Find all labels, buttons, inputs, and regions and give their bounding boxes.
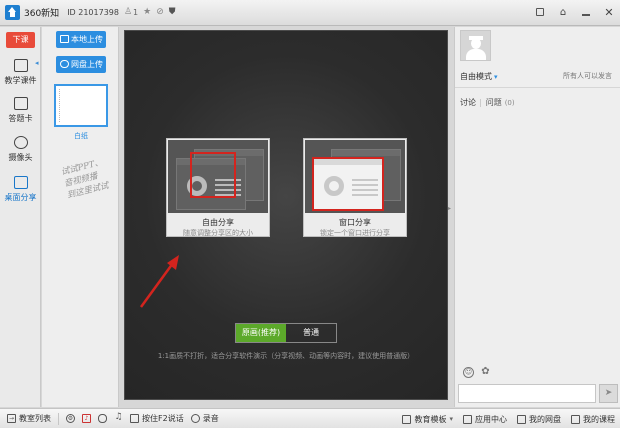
mic-button[interactable] xyxy=(98,414,107,423)
cloud-icon xyxy=(60,60,69,68)
chat-input[interactable] xyxy=(458,384,596,403)
window-share-subtitle: 锁定一个窗口进行分享 xyxy=(320,229,390,237)
handwritten-hint: 试试PPT、 音视频播 到这里试试 xyxy=(60,151,133,202)
music-icon: ♫ xyxy=(114,412,123,422)
speak-permission-note: 所有人可以发言 xyxy=(563,72,612,80)
tab-questions[interactable]: 问题 xyxy=(486,98,502,107)
user-count: 1 xyxy=(133,8,139,17)
material-panel: 本地上传 网盘上传 白纸 试试PPT、 音视频播 到这里试试 xyxy=(42,27,119,407)
emoji-icon[interactable]: ☺ xyxy=(463,367,474,378)
microphone-icon xyxy=(98,414,107,423)
local-upload-label: 本地上传 xyxy=(71,35,103,44)
nav-answer-card-label: 答题卡 xyxy=(8,114,33,123)
whiteboard-label: 白纸 xyxy=(74,132,88,140)
my-courses-button[interactable]: 我的课程 xyxy=(571,414,615,425)
nav-answer-card[interactable]: 答题卡 xyxy=(0,97,41,124)
local-upload-button[interactable]: 本地上传 xyxy=(56,31,106,48)
app-center-label: 应用中心 xyxy=(475,414,507,424)
quality-normal-option[interactable]: 普通 xyxy=(286,324,336,342)
free-share-subtitle: 随意调整分享区的大小 xyxy=(183,229,253,237)
skin-icon[interactable]: ⌂ xyxy=(556,4,570,20)
window-share-card[interactable]: 窗口分享 锁定一个窗口进行分享 xyxy=(303,138,407,237)
right-panel: 自由模式 ▾ 所有人可以发言 讨论 | 问题 (0) ☺ ✿ ➤ xyxy=(454,27,620,407)
desktop-share-icon xyxy=(13,176,28,189)
whiteboard-thumbnail[interactable] xyxy=(54,84,108,127)
mode-selector[interactable]: 自由模式 ▾ xyxy=(460,71,498,82)
left-nav: 下课 ◂ 教学课件 答题卡 摄像头 桌面分享 xyxy=(0,27,41,407)
gear-icon: ⚙ xyxy=(66,414,75,423)
chevron-down-icon: ▾ xyxy=(494,73,498,81)
close-icon[interactable]: ✕ xyxy=(602,4,616,20)
shield-icon[interactable]: ⛊ xyxy=(169,8,176,17)
nav-desktop-share-label: 桌面分享 xyxy=(4,193,37,202)
classroom-list-button[interactable]: → 教室列表 xyxy=(7,413,51,424)
nav-camera-label: 摄像头 xyxy=(8,153,33,162)
user-icon: ♙ xyxy=(123,7,133,17)
divider xyxy=(455,87,620,88)
quality-toggle[interactable]: 原画(推荐) 普通 xyxy=(235,323,337,343)
status-bar: → 教室列表 ⚙ ♪ ♫ 按住F2说话 录音 教育模板 ▾ 应用中心 我的网盘 … xyxy=(0,408,620,428)
template-icon xyxy=(402,414,412,424)
answer-card-icon xyxy=(13,97,28,110)
free-share-title: 自由分享 xyxy=(202,218,234,227)
chevron-down-icon: ▾ xyxy=(449,415,453,423)
quality-original-option[interactable]: 原画(推荐) xyxy=(236,324,286,342)
f2-talk-label: 按住F2说话 xyxy=(142,414,184,423)
flower-icon[interactable]: ✿ xyxy=(480,367,491,378)
room-id: ID 21017398 xyxy=(67,8,119,17)
nav-courseware-label: 教学课件 xyxy=(4,76,37,85)
restore-icon[interactable] xyxy=(533,4,547,20)
nav-courseware[interactable]: 教学课件 xyxy=(0,59,41,86)
avatar xyxy=(460,30,491,61)
tab-discussion[interactable]: 讨论 xyxy=(460,98,476,107)
app-name: 360新知 xyxy=(24,9,60,19)
exit-icon: → xyxy=(7,414,16,423)
music-button[interactable]: ♫ xyxy=(114,412,123,423)
chat-tabs: 讨论 | 问题 (0) xyxy=(460,98,515,107)
window-share-title: 窗口分享 xyxy=(339,218,371,227)
grid-icon xyxy=(463,414,472,424)
star-icon[interactable]: ★ xyxy=(143,8,151,17)
free-share-card[interactable]: 自由分享 随意调整分享区的大小 xyxy=(166,138,270,237)
quality-hint: 1:1画质不打折，适合分享软件演示（分享视频、动画等内容时，建议使用普通版） xyxy=(157,352,415,360)
red-arrow-icon xyxy=(139,255,179,308)
cloud-upload-label: 网盘上传 xyxy=(71,60,103,69)
camera-icon xyxy=(13,136,28,149)
panel-splitter-icon[interactable]: ▸ xyxy=(448,205,451,212)
keyboard-icon xyxy=(130,414,139,423)
courseware-icon xyxy=(13,59,28,72)
f2-talk-button[interactable]: 按住F2说话 xyxy=(130,413,184,424)
chat-tools: ☺ ✿ xyxy=(463,367,491,378)
my-courses-label: 我的课程 xyxy=(583,414,615,424)
end-class-button[interactable]: 下课 xyxy=(6,32,35,48)
record-button[interactable]: 录音 xyxy=(190,413,219,424)
title-bar: 360新知 ID 21017398 ♙ 1 ★ ⊘ ⛊ ⌂ ✕ xyxy=(0,0,620,26)
nav-camera[interactable]: 摄像头 xyxy=(0,136,41,163)
free-share-preview xyxy=(168,140,268,213)
edu-template-dropdown[interactable]: 教育模板 ▾ xyxy=(402,414,453,425)
share-stage: 自由分享 随意调整分享区的大小 窗口分享 锁定一个窗口进行分享 原画(推荐) 普… xyxy=(124,30,448,400)
speaker-button[interactable]: ♪ xyxy=(82,414,91,423)
cloud-upload-button[interactable]: 网盘上传 xyxy=(56,56,106,73)
speaker-icon: ♪ xyxy=(82,414,91,423)
mode-label: 自由模式 xyxy=(460,72,492,81)
window-share-preview xyxy=(305,140,405,213)
record-label: 录音 xyxy=(202,414,219,423)
nav-desktop-share[interactable]: 桌面分享 xyxy=(0,176,41,203)
disk-icon xyxy=(517,414,526,424)
upload-icon xyxy=(60,35,69,43)
record-icon xyxy=(190,414,200,423)
home-logo-icon[interactable] xyxy=(5,5,20,20)
minimize-icon[interactable] xyxy=(579,4,593,20)
settings-icon[interactable]: ⊘ xyxy=(156,8,164,17)
my-disk-label: 我的网盘 xyxy=(529,414,561,424)
send-icon[interactable]: ➤ xyxy=(599,384,618,403)
audio-settings-button[interactable]: ⚙ xyxy=(66,414,75,423)
app-center-button[interactable]: 应用中心 xyxy=(463,414,507,425)
classroom-list-label: 教室列表 xyxy=(19,414,51,423)
question-count: (0) xyxy=(504,99,515,107)
my-disk-button[interactable]: 我的网盘 xyxy=(517,414,561,425)
edu-template-label: 教育模板 xyxy=(414,414,447,424)
course-icon xyxy=(571,414,580,424)
